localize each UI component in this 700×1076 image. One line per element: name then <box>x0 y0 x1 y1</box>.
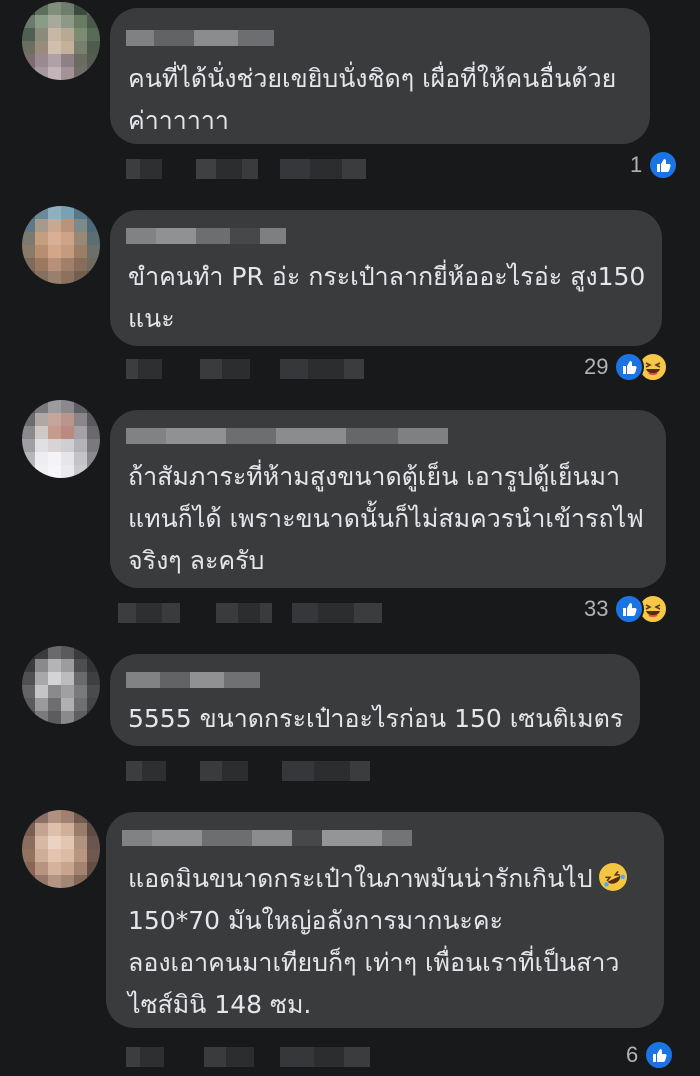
reaction-summary[interactable]: 33 <box>584 594 669 624</box>
avatar[interactable] <box>22 2 100 80</box>
rolling-on-floor-laughing-icon <box>598 863 627 891</box>
like-icon <box>648 150 679 180</box>
avatar[interactable] <box>22 206 100 284</box>
reaction-count: 29 <box>584 354 609 379</box>
reaction-summary[interactable]: 6 <box>626 1040 675 1070</box>
comment-text: 5555 ขนาดกระเป๋าอะไรก่อน 150 เซนติเมตร <box>128 704 624 733</box>
commenter-name[interactable] <box>122 830 412 846</box>
comment-actions[interactable] <box>126 356 364 382</box>
reaction-summary[interactable]: 1 <box>630 150 679 180</box>
like-icon <box>644 1040 675 1070</box>
avatar[interactable] <box>22 646 100 724</box>
avatar[interactable] <box>22 810 100 888</box>
avatar[interactable] <box>22 400 100 478</box>
reaction-count: 33 <box>584 596 609 621</box>
comment-bubble: ถ้าสัมภาระที่ห้ามสูงขนาดตู้เย็น เอารูปตู… <box>110 410 666 588</box>
comment-text: คนที่ได้นั่งช่วยเขยิบนั่งชิดๆ เผื่อที่ให… <box>128 64 617 135</box>
commenter-name[interactable] <box>126 672 260 688</box>
commenter-name[interactable] <box>126 228 286 244</box>
reaction-summary[interactable]: 29 <box>584 352 669 382</box>
comment-actions[interactable] <box>126 758 370 784</box>
comment-actions[interactable] <box>126 1044 370 1070</box>
commenter-name[interactable] <box>126 428 448 444</box>
comment-text: แอดมินขนาดกระเป๋าในภาพมันน่ารักเกินไป 15… <box>128 858 627 1026</box>
comment-bubble: คนที่ได้นั่งช่วยเขยิบนั่งชิดๆ เผื่อที่ให… <box>110 8 650 144</box>
comment-bubble: แอดมินขนาดกระเป๋าในภาพมันน่ารักเกินไป 15… <box>106 812 664 1028</box>
comment-text: ถ้าสัมภาระที่ห้ามสูงขนาดตู้เย็น เอารูปตู… <box>128 462 644 575</box>
comment-text-line: แอดมินขนาดกระเป๋าในภาพมันน่ารักเกินไป <box>128 864 593 893</box>
comment-bubble: 5555 ขนาดกระเป๋าอะไรก่อน 150 เซนติเมตร <box>110 654 640 746</box>
commenter-name[interactable] <box>126 30 274 46</box>
reaction-count: 1 <box>630 152 643 177</box>
comment-text-rest: 150*70 มันใหญ่อลังการมากนะคะ ลองเอาคนมาเ… <box>128 906 620 1019</box>
comment-bubble: ขำคนทำ PR อ่ะ กระเป๋าลากยี่ห้ออะไรอ่ะ สู… <box>110 210 662 346</box>
reaction-count: 6 <box>626 1042 639 1067</box>
comment-text: ขำคนทำ PR อ่ะ กระเป๋าลากยี่ห้ออะไรอ่ะ สู… <box>128 262 646 333</box>
comment-actions[interactable] <box>126 156 366 182</box>
comment-actions[interactable] <box>118 600 382 626</box>
